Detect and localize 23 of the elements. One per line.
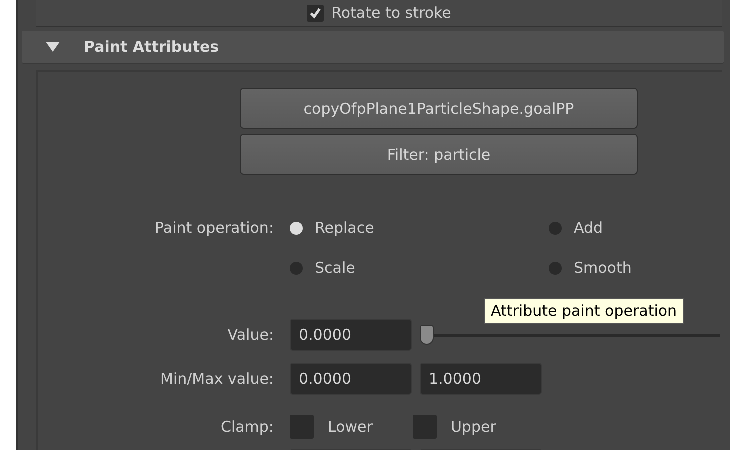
section-title: Paint Attributes	[84, 38, 220, 56]
radio-button[interactable]: Add	[549, 219, 669, 237]
checkbox[interactable]	[290, 415, 314, 439]
attribute-button[interactable]: copyOfpPlane1ParticleShape.goalPP	[240, 88, 638, 129]
radio-button[interactable]: Replace	[290, 219, 549, 237]
max-value-field[interactable]: 1.0000	[420, 363, 542, 395]
checkbox[interactable]	[306, 4, 324, 22]
slider-thumb[interactable]	[420, 325, 434, 345]
checkbox-label: Upper	[450, 418, 496, 436]
field-label: Min/Max value:	[160, 370, 275, 388]
tooltip: Attribute paint operation	[484, 298, 684, 324]
value-field[interactable]: 0.0000	[290, 319, 412, 351]
radio-button[interactable]: Smooth	[549, 259, 669, 277]
collapse-triangle-icon[interactable]	[46, 42, 60, 52]
field-label: Value:	[226, 326, 275, 344]
attribute-button[interactable]: Filter: particle	[240, 134, 638, 175]
checkbox[interactable]	[412, 415, 437, 439]
checkbox-label: Lower	[328, 418, 373, 436]
radio-button[interactable]: Scale	[290, 259, 549, 277]
min-value-field[interactable]: 0.0000	[290, 363, 412, 395]
checkbox-label: Rotate to stroke	[332, 4, 452, 22]
field-label: Paint operation:	[154, 219, 275, 237]
field-label: Clamp:	[220, 418, 275, 436]
